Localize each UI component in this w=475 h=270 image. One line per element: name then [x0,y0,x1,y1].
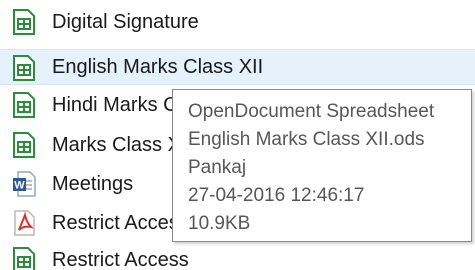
word-document-icon: W [12,171,36,197]
file-explorer-view: Digital Signature English Marks Class XI… [0,0,475,270]
pdf-icon [12,210,36,236]
file-name: Hindi Marks C [52,94,178,116]
file-name: Digital Signature [52,11,199,33]
spreadsheet-icon [12,92,36,118]
spreadsheet-icon [12,132,36,158]
file-row-restrict-access[interactable]: Restrict Access [0,242,475,270]
tooltip-date-modified: 27-04-2016 12:46:17 [188,185,365,206]
spreadsheet-icon [12,247,36,270]
file-name: Marks Class X [52,134,181,156]
spreadsheet-icon [12,55,36,81]
file-row-digital-signature[interactable]: Digital Signature [0,4,475,40]
tooltip-file-type: OpenDocument Spreadsheet [188,101,435,122]
file-name: English Marks Class XII [52,56,264,78]
file-row-english-marks-class-xii[interactable]: English Marks Class XII [0,49,475,85]
file-name: Restrict Acces [52,212,179,234]
tooltip-file-name: English Marks Class XII.ods [188,129,425,150]
svg-text:W: W [14,180,25,192]
file-info-tooltip: OpenDocument Spreadsheet English Marks C… [172,89,472,242]
tooltip-file-size: 10.9KB [188,213,251,234]
tooltip-author: Pankaj [188,157,247,178]
file-name: Meetings [52,173,134,195]
file-name: Restrict Access [52,249,189,270]
spreadsheet-icon [12,9,36,35]
